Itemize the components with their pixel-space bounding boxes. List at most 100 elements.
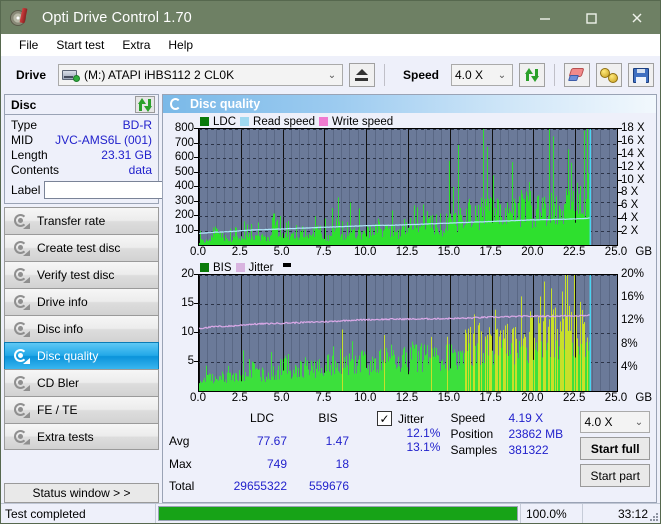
menu-help[interactable]: Help [159, 36, 202, 54]
bis-x-axis: 0.0 2.5 5.0 7.5 10.0 12.5 15.0 17.5 20.0 22.5 25.0… [190, 392, 652, 407]
x-axis-unit: GB [635, 246, 652, 258]
title-bar: Opti Drive Control 1.70 [1, 1, 660, 34]
y-tick-label-right: 2 X [621, 225, 639, 238]
sidebar-item-drive-info[interactable]: Drive info [4, 288, 159, 315]
close-button[interactable] [614, 1, 660, 34]
legend-label-jitter: Jitter [248, 261, 274, 274]
ldc-plot-area[interactable] [198, 128, 618, 246]
disc-panel-header: Disc [5, 95, 158, 115]
content-title: Disc quality [190, 97, 261, 111]
chevron-down-icon: ⌄ [327, 69, 337, 81]
sidebar-item-extra-tests[interactable]: Extra tests [4, 423, 159, 450]
save-icon [633, 67, 649, 83]
disc-key: Type [11, 117, 38, 132]
chevron-down-icon: ⌄ [497, 69, 507, 81]
sidebar-item-transfer-rate[interactable]: Transfer rate [4, 207, 159, 234]
disc-icon [13, 429, 30, 445]
drive-select-value: (M:) ATAPI iHBS112 2 CL0K [84, 68, 235, 82]
status-window-button[interactable]: Status window > > [4, 483, 159, 503]
bitsetting-button[interactable] [596, 63, 622, 87]
action-buttons: 4.0 X ⌄ Start full Start part [580, 411, 650, 500]
scan-speed-value: 4.0 X [584, 415, 613, 429]
stats-avg-bis: 1.47 [325, 433, 349, 448]
legend-swatch-ldc [200, 117, 209, 126]
stats-table: LDC BIS Avg 77.67 1.47 Max 749 18 Total … [169, 411, 359, 500]
bis-legend: BIS Jitter [165, 261, 654, 274]
disc-key: Length [11, 147, 48, 162]
scan-marker-icon [283, 263, 292, 267]
scan-speed-select[interactable]: 4.0 X ⌄ [580, 411, 650, 433]
x-tick-label: 7.5 [315, 392, 332, 404]
menu-start-test[interactable]: Start test [47, 36, 113, 54]
save-button[interactable] [628, 63, 654, 87]
sidebar-item-label: Extra tests [37, 429, 94, 444]
disc-refresh-button[interactable] [135, 96, 155, 113]
sidebar-item-label: Verify test disc [37, 268, 115, 282]
y-tick-label: 10 [181, 326, 194, 338]
disc-label-row: Label [11, 180, 248, 199]
disc-value: 23.31 GB [101, 147, 152, 162]
charts-container: LDC Read speed Write speed 100 200 300 400 5… [163, 113, 656, 407]
resize-grip-icon[interactable] [649, 512, 658, 521]
sidebar-item-disc-quality[interactable]: Disc quality [4, 342, 159, 369]
y-tick-label: 300 [174, 194, 194, 207]
stats-avg-ldc: 77.67 [256, 433, 287, 448]
erase-button[interactable] [564, 63, 590, 87]
jitter-header-row: ✓ Jitter [363, 411, 448, 426]
menu-extra[interactable]: Extra [113, 36, 159, 54]
sidebar-item-cd-bler[interactable]: CD Bler [4, 369, 159, 396]
sidebar-item-verify-test-disc[interactable]: Verify test disc [4, 261, 159, 288]
sidebar-item-label: Create test disc [37, 241, 121, 255]
application-window: Opti Drive Control 1.70 File Start test … [0, 0, 661, 524]
elapsed-time-value: 33:12 [617, 506, 648, 521]
x-tick-label: 17.5 [479, 246, 502, 258]
bis-plot-area[interactable] [198, 274, 618, 392]
legend-swatch-jitter [235, 263, 245, 272]
legend-label-bis: BIS [213, 261, 232, 274]
stats-max-jitter: 13.1% [406, 440, 441, 454]
disc-icon [13, 322, 30, 337]
y-tick-label-right: 8 X [621, 186, 639, 199]
y-tick-label-right: 12% [621, 314, 645, 327]
sidebar-item-disc-info[interactable]: Disc info [4, 315, 159, 342]
menu-file[interactable]: File [10, 36, 47, 54]
stats-avg-jitter: 12.1% [406, 426, 441, 440]
y-tick-label-right: 20% [621, 268, 645, 280]
ldc-y-axis-left: 100 200 300 400 500 600 700 800 [165, 122, 198, 246]
x-tick-label: 5.0 [273, 246, 290, 258]
disc-icon [13, 295, 30, 310]
legend-label-read-speed: Read speed [253, 115, 316, 128]
y-tick-label-right: 8% [621, 337, 638, 350]
scan-info-column: Speed 4.19 X Position 23862 MB Samples 3… [450, 411, 580, 500]
y-tick-label: 400 [174, 180, 194, 192]
samples-info-value: 381322 [508, 443, 549, 457]
minimize-button[interactable] [522, 1, 568, 34]
jitter-column: ✓ Jitter 12.1% 13.1% [363, 411, 448, 500]
start-part-button[interactable]: Start part [580, 464, 650, 487]
disc-row-length: Length 23.31 GB [11, 147, 152, 162]
stats-panel: LDC BIS Avg 77.67 1.47 Max 749 18 Total … [163, 407, 656, 502]
bis-y-axis-left: 5 10 15 20 [165, 268, 198, 392]
left-panel-spacer [4, 450, 159, 480]
x-tick-label: 22.5 [562, 392, 586, 404]
eject-button[interactable] [348, 63, 375, 87]
progress-percent: 100.0% [520, 504, 582, 523]
ldc-chart: LDC Read speed Write speed 100 200 300 400 5… [165, 115, 654, 261]
progress-fill [159, 507, 517, 520]
speed-select[interactable]: 4.0 X ⌄ [451, 64, 513, 86]
nav-list: Transfer rate Create test disc Verify te… [4, 207, 159, 450]
speed-select-value: 4.0 X [455, 68, 484, 82]
sidebar-item-fe-te[interactable]: FE / TE [4, 396, 159, 423]
y-tick-label: 700 [174, 136, 194, 149]
maximize-button[interactable] [568, 1, 614, 34]
refresh-button[interactable] [519, 63, 545, 87]
jitter-checkbox[interactable]: ✓ [377, 411, 392, 426]
drive-select[interactable]: (M:) ATAPI iHBS112 2 CL0K ⌄ [58, 64, 343, 86]
toolbar: Drive (M:) ATAPI iHBS112 2 CL0K ⌄ Speed … [1, 56, 660, 94]
elapsed-time: 33:12 [582, 504, 660, 523]
sidebar-item-create-test-disc[interactable]: Create test disc [4, 234, 159, 261]
start-full-button[interactable]: Start full [580, 437, 650, 460]
sidebar-item-label: Disc quality [37, 349, 99, 363]
disc-icon [13, 349, 30, 364]
y-tick-label: 600 [174, 151, 194, 163]
